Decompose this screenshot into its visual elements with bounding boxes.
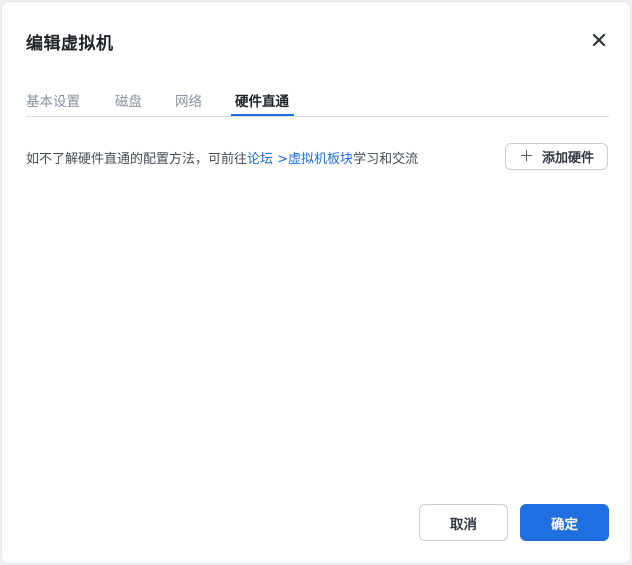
close-button[interactable] [590,31,608,49]
tab-hardware-passthrough[interactable]: 硬件直通 [235,90,289,110]
tab-basic-settings[interactable]: 基本设置 [26,90,80,110]
vm-board-link[interactable]: >虚拟机板块 [273,152,353,167]
edit-vm-dialog: 编辑虚拟机 基本设置 磁盘 网络 硬件直通 如不了解硬件直通的配置方法，可前往论… [1,1,631,564]
cancel-button[interactable]: 取消 [419,504,508,541]
confirm-button[interactable]: 确定 [520,504,609,541]
tab-disk[interactable]: 磁盘 [115,90,142,110]
active-tab-indicator [231,114,294,116]
help-text-prefix: 如不了解硬件直通的配置方法，可前往 [26,152,248,167]
tab-network[interactable]: 网络 [175,90,202,110]
help-text: 如不了解硬件直通的配置方法，可前往论坛 >虚拟机板块学习和交流 [26,148,418,167]
close-icon [592,33,606,47]
help-text-suffix: 学习和交流 [353,152,419,167]
dialog-title: 编辑虚拟机 [26,34,114,54]
add-hardware-label: 添加硬件 [542,151,595,166]
plus-icon: ＋ [518,147,534,165]
tab-bar: 基本设置 磁盘 网络 硬件直通 [26,90,609,117]
forum-link[interactable]: 论坛 [247,152,273,167]
add-hardware-button[interactable]: ＋ 添加硬件 [505,143,608,170]
